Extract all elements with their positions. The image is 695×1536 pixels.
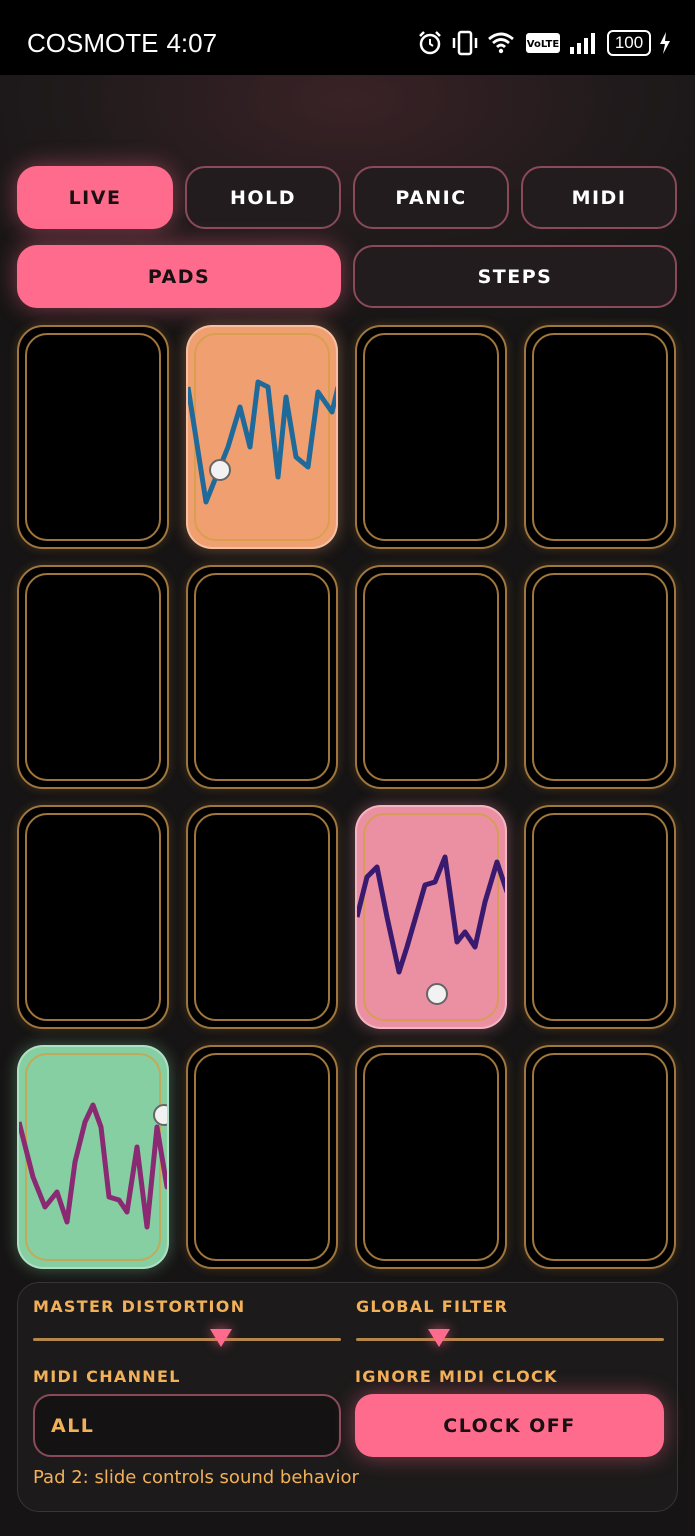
pad-inner-frame — [25, 813, 161, 1021]
pad-2[interactable] — [186, 325, 338, 549]
battery-icon: 100 — [607, 30, 651, 56]
pad-touch-point[interactable] — [209, 459, 231, 481]
pad-12[interactable] — [524, 805, 676, 1029]
status-icons: VoLTE 100 — [417, 30, 671, 56]
pad-inner-frame — [25, 573, 161, 781]
control-panel: MASTER DISTORTION GLOBAL FILTER MIDI CHA… — [17, 1282, 678, 1512]
pad-11[interactable] — [355, 805, 507, 1029]
pad-9[interactable] — [17, 805, 169, 1029]
signal-icon — [570, 33, 595, 54]
pad-inner-frame — [363, 333, 499, 541]
pad-16[interactable] — [524, 1045, 676, 1269]
pad-inner-frame — [194, 813, 330, 1021]
pad-15[interactable] — [355, 1045, 507, 1269]
alarm-icon — [419, 31, 441, 55]
pad-8[interactable] — [524, 565, 676, 789]
pad-3[interactable] — [355, 325, 507, 549]
pad-waveform — [19, 1102, 167, 1230]
pad-1[interactable] — [17, 325, 169, 549]
pad-touch-point[interactable] — [426, 983, 448, 1005]
charging-icon — [660, 32, 670, 54]
ignore-midi-clock-label: IGNORE MIDI CLOCK — [355, 1367, 558, 1386]
pad-inner-frame — [363, 573, 499, 781]
pad-inner-frame — [363, 1053, 499, 1261]
panic-button[interactable]: PANIC — [353, 166, 509, 229]
clock-toggle-button[interactable]: CLOCK OFF — [355, 1394, 664, 1457]
master-distortion-label: MASTER DISTORTION — [33, 1297, 246, 1316]
pad-inner-frame — [532, 813, 668, 1021]
carrier-label: COSMOTE — [27, 28, 159, 58]
status-carrier-time: COSMOTE 4:07 — [27, 28, 225, 59]
tab-pads[interactable]: PADS — [17, 245, 341, 308]
pad-inner-frame — [25, 333, 161, 541]
waveform-line — [19, 1102, 167, 1230]
pad-inner-frame — [532, 333, 668, 541]
status-bar: COSMOTE 4:07 VoLTE 100 — [0, 0, 695, 75]
midi-channel-label: MIDI CHANNEL — [33, 1367, 181, 1386]
global-filter-thumb[interactable] — [428, 1329, 451, 1347]
clock-label: 4:07 — [166, 28, 218, 58]
hold-button[interactable]: HOLD — [185, 166, 341, 229]
master-distortion-slider[interactable] — [33, 1338, 341, 1341]
pad-inner-frame — [532, 1053, 668, 1261]
waveform-line — [188, 379, 336, 505]
pad-5[interactable] — [17, 565, 169, 789]
master-distortion-thumb[interactable] — [209, 1329, 232, 1347]
pad-touch-point[interactable] — [153, 1104, 167, 1126]
volte-icon: VoLTE — [526, 33, 560, 53]
pad-10[interactable] — [186, 805, 338, 1029]
tab-steps[interactable]: STEPS — [353, 245, 677, 308]
live-button[interactable]: LIVE — [17, 166, 173, 229]
pad-7[interactable] — [355, 565, 507, 789]
pad-4[interactable] — [524, 325, 676, 549]
pad-6[interactable] — [186, 565, 338, 789]
global-filter-label: GLOBAL FILTER — [356, 1297, 509, 1316]
pad-waveform — [188, 379, 336, 505]
pad-14[interactable] — [186, 1045, 338, 1269]
pad-inner-frame — [532, 573, 668, 781]
waveform-line — [357, 854, 505, 975]
midi-channel-select[interactable]: ALL — [33, 1394, 341, 1457]
pad-inner-frame — [194, 573, 330, 781]
global-filter-slider[interactable] — [356, 1338, 664, 1341]
pad-13[interactable] — [17, 1045, 169, 1269]
pad-inner-frame — [194, 1053, 330, 1261]
hint-text: Pad 2: slide controls sound behavior — [33, 1467, 359, 1488]
vibrate-icon — [452, 30, 478, 56]
wifi-icon — [488, 32, 514, 54]
midi-channel-value: ALL — [51, 1414, 95, 1437]
midi-button[interactable]: MIDI — [521, 166, 677, 229]
svg-text:VoLTE: VoLTE — [527, 39, 560, 50]
battery-level: 100 — [614, 33, 644, 52]
